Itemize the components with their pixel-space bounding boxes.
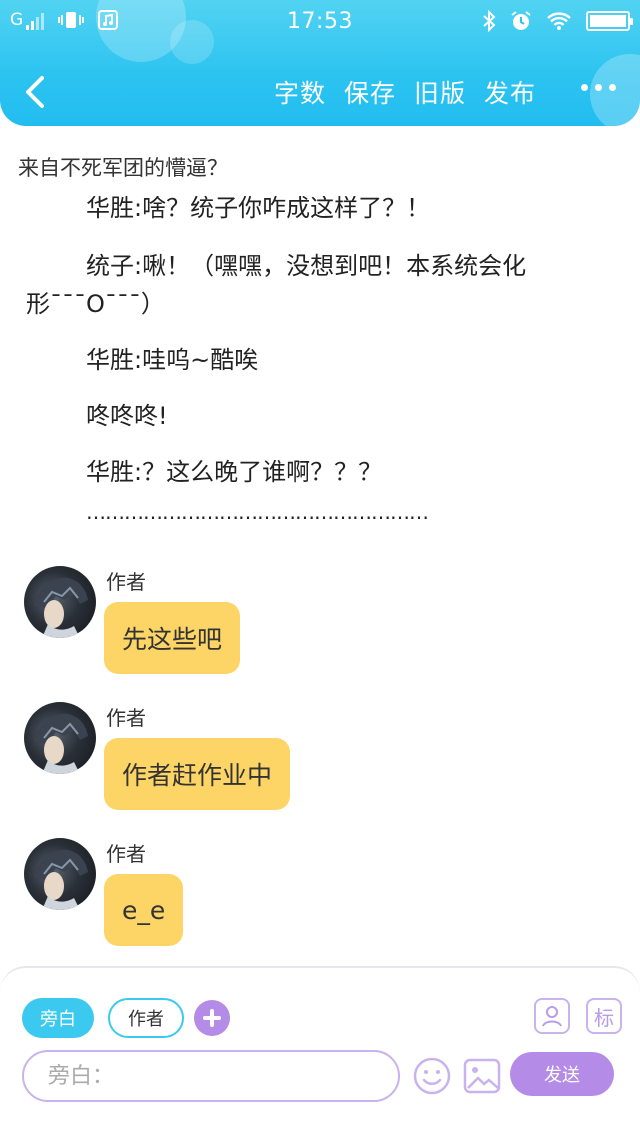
mark-icon[interactable]: 标 bbox=[586, 998, 622, 1034]
avatar[interactable] bbox=[24, 702, 96, 774]
story-line: 华胜:啥？统子你咋成这样了？！ bbox=[86, 196, 431, 222]
nav-bar: 字数 保存 旧版 发布 bbox=[0, 60, 640, 124]
add-role-button[interactable] bbox=[194, 1000, 230, 1036]
chat-message: 作者 e_e bbox=[0, 838, 640, 958]
message-bubble[interactable]: 先这些吧 bbox=[104, 602, 241, 674]
image-icon[interactable] bbox=[462, 1056, 502, 1096]
bluetooth-icon bbox=[483, 10, 496, 32]
story-line: 华胜:哇呜~酷唉 bbox=[86, 346, 259, 374]
word-count-button[interactable]: 字数 bbox=[274, 74, 326, 110]
role-narrator-chip[interactable]: 旁白 bbox=[22, 998, 94, 1038]
message-input[interactable] bbox=[22, 1050, 400, 1102]
story-line: 统子:啾！（嘿嘿，没想到吧！本系统会化 bbox=[86, 252, 527, 280]
save-button[interactable]: 保存 bbox=[344, 74, 396, 110]
avatar[interactable] bbox=[24, 566, 96, 638]
story-line: 咚咚咚! bbox=[86, 402, 168, 430]
wifi-icon bbox=[547, 12, 571, 30]
top-header: G 17:53 字数 保存 旧版 发布 bbox=[0, 0, 640, 126]
status-bar: G 17:53 bbox=[0, 0, 640, 46]
story-line: 形ˉˉˉOˉˉˉ） bbox=[26, 290, 165, 318]
more-menu-icon[interactable] bbox=[581, 84, 616, 91]
message-bubble[interactable]: 作者赶作业中 bbox=[104, 738, 291, 810]
battery-icon bbox=[586, 11, 633, 31]
composer-panel: 旁白 作者 标 发送 bbox=[0, 966, 640, 1138]
author-name: 作者 bbox=[106, 706, 146, 730]
publish-button[interactable]: 发布 bbox=[484, 74, 536, 110]
story-text-area: 华胜:啥？统子你咋成这样了？！ 统子:啾！（嘿嘿，没想到吧！本系统会化 形ˉˉˉ… bbox=[0, 196, 640, 536]
role-author-chip[interactable]: 作者 bbox=[108, 998, 184, 1038]
chapter-title: 来自不死军团的懵逼？ bbox=[18, 156, 228, 180]
back-arrow-icon[interactable] bbox=[18, 70, 54, 114]
avatar[interactable] bbox=[24, 838, 96, 910]
author-name: 作者 bbox=[106, 842, 146, 866]
author-name: 作者 bbox=[106, 570, 146, 594]
story-line: ……………………………………………… bbox=[86, 500, 429, 524]
character-card-icon[interactable] bbox=[534, 998, 570, 1034]
message-bubble[interactable]: e_e bbox=[104, 874, 184, 946]
chat-message: 作者 先这些吧 bbox=[0, 566, 640, 686]
alarm-icon bbox=[511, 11, 531, 30]
chat-message: 作者 作者赶作业中 bbox=[0, 702, 640, 822]
emoji-icon[interactable] bbox=[412, 1056, 452, 1096]
send-button[interactable]: 发送 bbox=[510, 1052, 614, 1096]
old-version-button[interactable]: 旧版 bbox=[414, 74, 466, 110]
story-line: 华胜:？这么晚了谁啊？？？ bbox=[86, 458, 383, 486]
